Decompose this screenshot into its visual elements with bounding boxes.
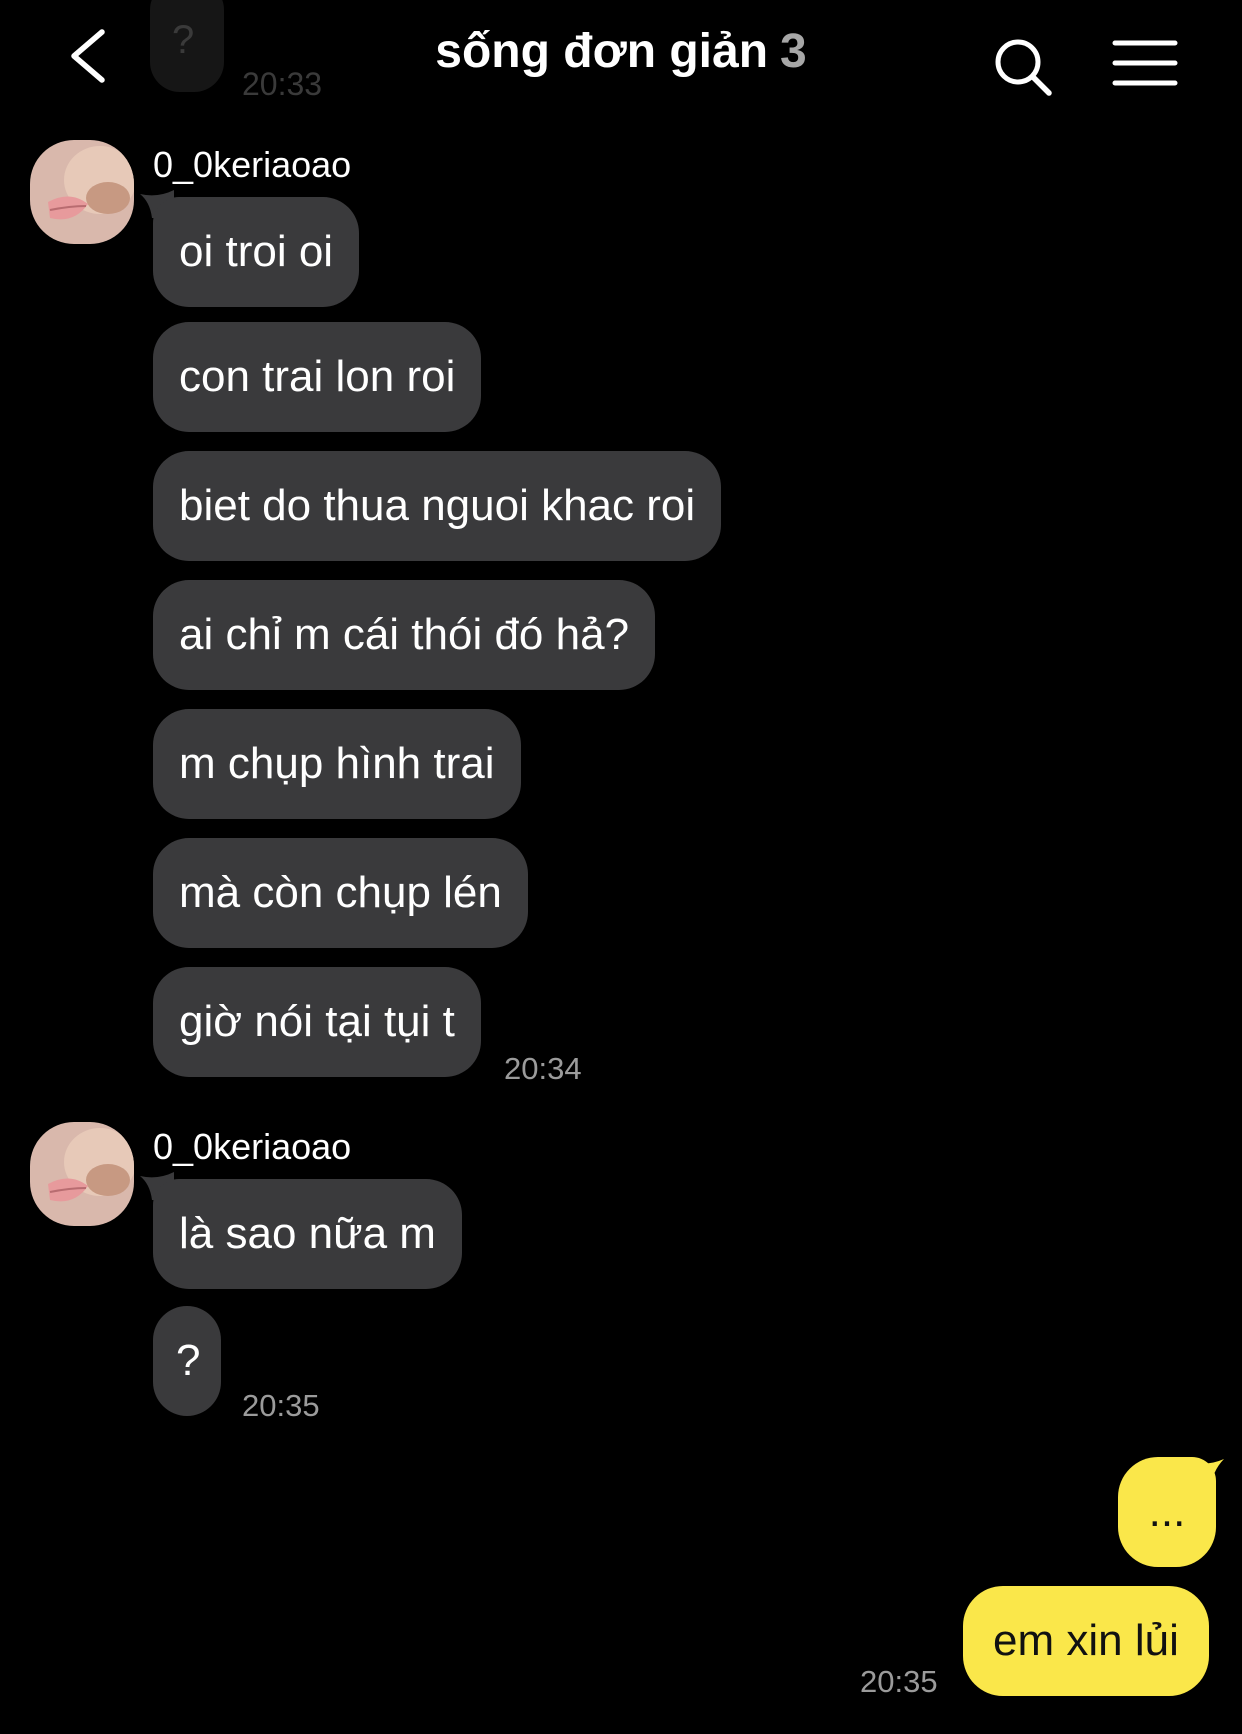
search-button[interactable] [992,36,1054,98]
message-bubble[interactable]: ai chỉ m cái thói đó hả? [153,580,656,690]
message-bubble[interactable]: m chụp hình trai [153,709,521,819]
hamburger-menu-icon [1112,40,1178,86]
chevron-left-icon [71,29,105,83]
message-bubble[interactable]: ? [153,1306,221,1416]
chat-name: sống đơn giản [435,25,769,78]
avatar-image [30,1122,134,1226]
message-bubble[interactable]: biet do thua nguoi khac roi [153,451,722,561]
message-timestamp: 20:35 [242,1388,320,1423]
sender-name: 0_0keriaoao [153,144,352,185]
member-count: 3 [780,25,807,78]
message-timestamp: 20:34 [504,1051,582,1086]
message-bubble[interactable]: là sao nữa m [153,1179,462,1289]
chat-header: sống đơn giản 3 [0,0,1242,115]
back-button[interactable] [62,26,118,86]
menu-button[interactable] [1112,38,1178,88]
sender-avatar[interactable] [30,140,134,244]
sender-name: 0_0keriaoao [153,1126,352,1167]
search-icon [995,39,1052,96]
my-message-bubble[interactable]: em xin lủi [963,1586,1209,1696]
chat-title: sống đơn giản 3 [0,24,1242,79]
message-bubble[interactable]: con trai lon roi [153,322,482,432]
avatar-image [30,140,134,244]
message-bubble[interactable]: oi troi oi [153,197,360,307]
message-timestamp: 20:35 [860,1664,938,1699]
sender-avatar[interactable] [30,1122,134,1226]
message-bubble[interactable]: mà còn chụp lén [153,838,528,948]
my-message-bubble[interactable]: ... [1118,1457,1216,1567]
message-bubble[interactable]: giờ nói tại tụi t [153,967,481,1077]
